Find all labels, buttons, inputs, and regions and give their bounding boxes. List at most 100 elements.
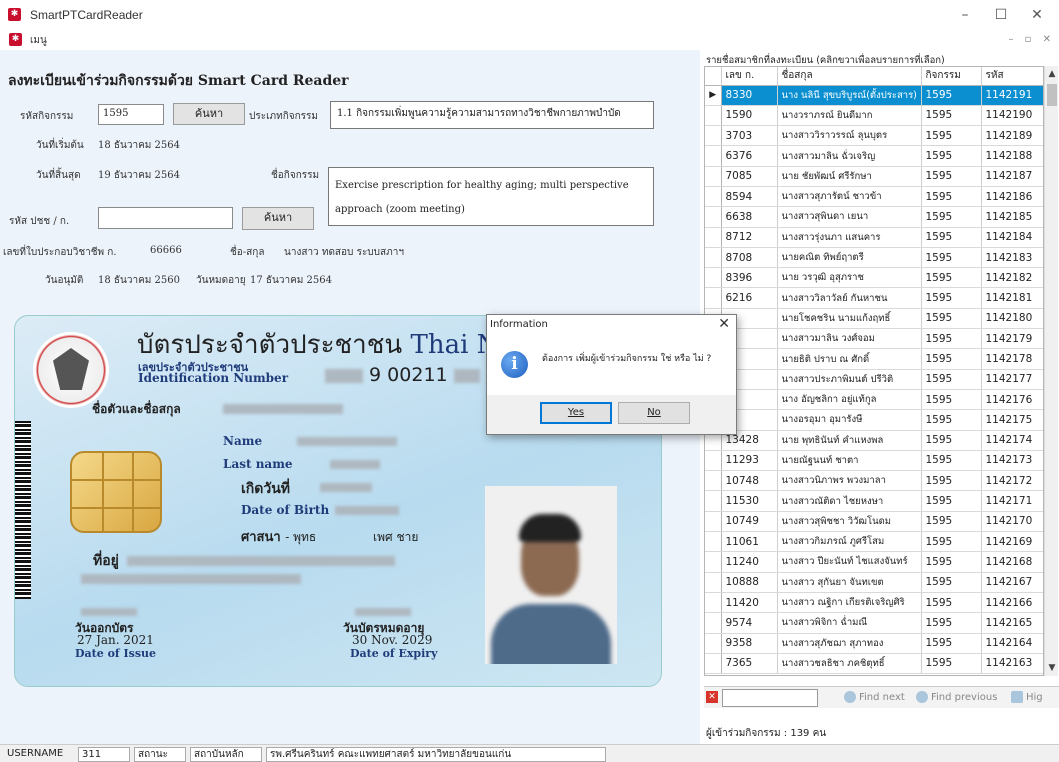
member-license-cell: 11420 <box>721 592 778 614</box>
table-row[interactable]: นางสาวมาลิน วงศ์จอม 1595 1142179 <box>705 328 1043 350</box>
table-row[interactable]: นายโชคชริน นามแก้งฤทธิ์ 1595 1142180 <box>705 308 1043 330</box>
row-header[interactable] <box>705 572 722 593</box>
highlight-button[interactable]: Hig <box>1011 689 1043 707</box>
table-row[interactable]: 6376 นางสาวมาลิน ฉั่วเจริญ 1595 1142188 <box>705 145 1043 167</box>
table-row[interactable]: 7085 นาย ชัยพัฒน์ ศรีรักษา 1595 1142187 <box>705 166 1043 187</box>
table-row[interactable]: 11420 นางสาว ณฐิกา เกียรติเจริญศิริ 1595 11… <box>705 592 1043 614</box>
list-scrollbar[interactable]: ▲ ▼ <box>1044 66 1058 676</box>
column-header[interactable]: กิจกรรม <box>921 67 982 86</box>
member-license-cell: 10749 <box>721 511 778 533</box>
row-header[interactable] <box>705 145 722 167</box>
table-row[interactable]: นางสาวประภาพิมนต์ ปรีวิติ 1595 1142177 <box>705 369 1043 390</box>
table-row[interactable]: 9358 นางสาวสุภัชฌา สุภาทอง 1595 1142164 <box>705 633 1043 654</box>
table-row[interactable]: 8594 นางสาวสุภารัตน์ ชาวข้า 1595 1142186 <box>705 186 1043 208</box>
activity-cell: 1595 <box>921 348 982 370</box>
row-header[interactable] <box>705 186 722 208</box>
table-row[interactable]: นาง อัญชลิกา อยู่แท้กูล 1595 1142176 <box>705 389 1043 411</box>
table-row[interactable]: 8396 นาย วรวุฒิ อุสุภราช 1595 1142182 <box>705 267 1043 289</box>
maximize-button[interactable]: ☐ <box>983 4 1019 26</box>
close-button[interactable]: ✕ <box>1019 4 1055 26</box>
row-header[interactable] <box>705 105 722 127</box>
highlight-icon <box>1011 691 1023 703</box>
member-license-cell: 7365 <box>721 653 778 675</box>
citizen-id-input[interactable] <box>98 207 233 229</box>
column-header[interactable]: ชื่อสกุล <box>777 67 922 86</box>
redaction <box>320 483 372 492</box>
member-license-cell: 6376 <box>721 145 778 167</box>
table-row[interactable]: 8708 นายคณิต ทิพย์ฤาตรี 1595 1142183 <box>705 247 1043 269</box>
row-header[interactable] <box>705 247 722 269</box>
row-header[interactable] <box>705 490 722 512</box>
table-row[interactable]: 13428 นาย พุทธินันท์ คำแหงพล 1595 1142174 <box>705 430 1043 451</box>
member-name-cell: นางสาวมาลิน วงศ์จอม <box>777 328 922 350</box>
row-header[interactable] <box>705 531 722 553</box>
table-row[interactable]: 11061 นางสาวกิมภรณ์ ภูศรีโสม 1595 1142169 <box>705 531 1043 553</box>
citizen-search-button[interactable]: ค้นหา <box>242 207 314 230</box>
activity-code-input[interactable]: 1595 <box>98 104 164 125</box>
table-row[interactable]: 10748 นางสาวนิภาพร พวงมาลา 1595 1142172 <box>705 470 1043 492</box>
table-row[interactable]: 9574 นางสาวพิจิกา ฉ่ำมณี 1595 1142165 <box>705 612 1043 634</box>
row-header[interactable] <box>705 287 722 309</box>
table-row[interactable]: นายธิติ ปราบ ณ ศักดิ์ 1595 1142178 <box>705 348 1043 370</box>
find-previous-button[interactable]: Find previous <box>916 689 997 707</box>
status-bar: USERNAME 311 สถานะ สถาบันหลัก รพ.ศรีนคริ… <box>0 744 1059 762</box>
table-row[interactable]: 6638 นางสาวสุพินดา เยนา 1595 1142185 <box>705 206 1043 228</box>
menu-app-icon[interactable]: ✱ <box>9 33 22 46</box>
find-close-icon[interactable]: ✕ <box>706 691 718 703</box>
yes-button[interactable]: Yes <box>540 402 612 424</box>
row-header[interactable] <box>705 592 722 614</box>
table-row[interactable]: 8712 นางสาวรุ่งนภา แสนคาร 1595 1142184 <box>705 227 1043 248</box>
record-id-cell: 1142175 <box>981 409 1043 431</box>
scroll-thumb[interactable] <box>1047 84 1057 106</box>
table-row[interactable]: 3703 นางสาววิราวรรณ์ ลุนบุตร 1595 1142189 <box>705 125 1043 147</box>
table-row[interactable]: 6216 นางสาววิลาวัลย์ กันหาชน 1595 1142181 <box>705 287 1043 309</box>
member-name-cell: นาง อัญชลิกา อยู่แท้กูล <box>777 389 922 411</box>
column-header[interactable]: เลข ก. <box>721 67 778 86</box>
row-header[interactable] <box>705 551 722 573</box>
find-next-button[interactable]: Find next <box>844 689 905 707</box>
row-header[interactable] <box>705 653 722 675</box>
card-expiry-value: 30 Nov. 2029 <box>352 633 433 647</box>
table-row[interactable]: 11240 นางสาว ปียะนันท์ ไชแสงจันทร์ 1595 114… <box>705 551 1043 573</box>
row-header[interactable] <box>705 633 722 654</box>
table-row[interactable]: 7365 นางสาวชลธิชา ภคชิตุทธิ์ 1595 1142163 <box>705 653 1043 675</box>
menu-item-main[interactable]: เมนู <box>30 33 47 48</box>
dialog-close-icon[interactable]: ✕ <box>718 316 730 332</box>
row-header[interactable] <box>705 227 722 248</box>
mdi-window-controls[interactable]: – ▫ ✕ <box>1008 34 1055 45</box>
find-input[interactable] <box>722 689 818 707</box>
row-header[interactable] <box>705 267 722 289</box>
table-row[interactable]: 10749 นางสาวสุพิชชา วิวัฒโนดม 1595 1142170 <box>705 511 1043 533</box>
scroll-down-icon[interactable]: ▼ <box>1045 660 1059 676</box>
row-header[interactable] <box>705 612 722 634</box>
activity-type-field[interactable]: 1.1 กิจกรรมเพิ่มพูนความรู้ความสามารถทางว… <box>330 101 654 129</box>
record-id-cell: 1142177 <box>981 369 1043 390</box>
record-id-cell: 1142191 <box>981 85 1043 106</box>
no-button[interactable]: No <box>618 402 690 424</box>
activity-cell: 1595 <box>921 572 982 593</box>
row-header[interactable] <box>705 470 722 492</box>
table-row[interactable]: 10888 นางสาว สุกันยา จันทเขต 1595 1142167 <box>705 572 1043 593</box>
table-row[interactable]: 11530 นางสาวณัติดา ไชยหงษา 1595 1142171 <box>705 490 1043 512</box>
member-name-cell: นางสาวกิมภรณ์ ภูศรีโสม <box>777 531 922 553</box>
table-row[interactable]: 11293 นายณัฐนนท์ ชาตา 1595 1142173 <box>705 450 1043 472</box>
member-license-cell: 11293 <box>721 450 778 472</box>
minimize-button[interactable]: – <box>947 4 983 26</box>
row-header[interactable] <box>705 450 722 472</box>
member-name-cell: นางสาววิลาวัลย์ กันหาชน <box>777 287 922 309</box>
scroll-up-icon[interactable]: ▲ <box>1045 66 1059 82</box>
row-header[interactable] <box>705 206 722 228</box>
table-row[interactable]: ▶ 8330 นาง นลินี สุขบริบูรณ์(ตั้งประสาร) 15… <box>705 85 1043 106</box>
registered-members-grid[interactable]: เลข ก. ชื่อสกุล กิจกรรม รหัส ▶ 8330 นาง นล… <box>704 66 1044 676</box>
row-header[interactable] <box>705 166 722 187</box>
row-header[interactable]: ▶ <box>705 85 722 106</box>
column-header[interactable]: รหัส <box>981 67 1043 86</box>
activity-search-button[interactable]: ค้นหา <box>173 103 245 125</box>
row-header[interactable] <box>705 511 722 533</box>
row-header[interactable] <box>705 125 722 147</box>
activity-name-field[interactable]: Exercise prescription for healthy aging;… <box>328 167 654 226</box>
table-row[interactable]: นางอรอุมา อุมารังษี 1595 1142175 <box>705 409 1043 431</box>
member-name-cell: นาย ชัยพัฒน์ ศรีรักษา <box>777 166 922 187</box>
table-row[interactable]: 1590 นางวราภรณ์ ยินดีมาก 1595 1142190 <box>705 105 1043 127</box>
record-id-cell: 1142183 <box>981 247 1043 269</box>
